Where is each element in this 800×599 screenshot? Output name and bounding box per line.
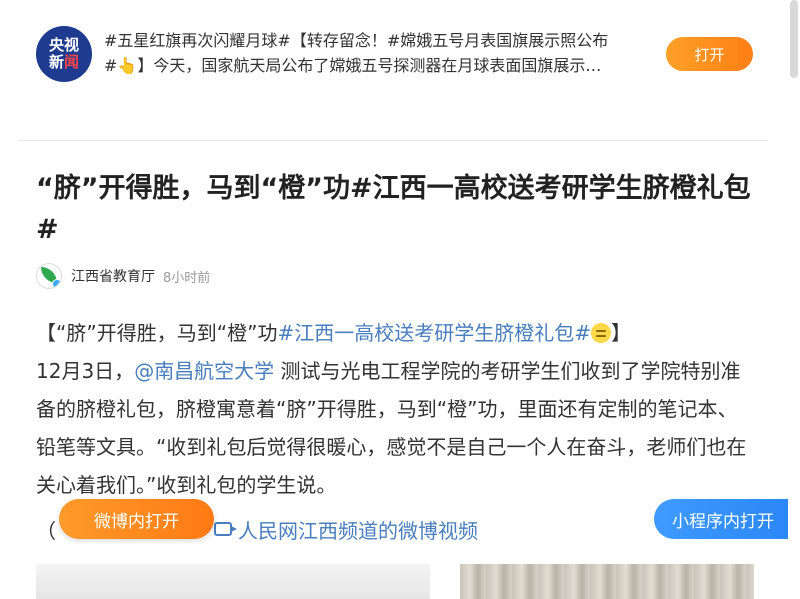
cctv-news-logo[interactable]: 央视 新闻 xyxy=(36,26,92,82)
author-name[interactable]: 江西省教育厅 xyxy=(71,266,155,286)
article-body: 【“脐”开得胜，马到“橙”功#江西一高校送考研学生脐橙礼包# 】 12月3日，@南… xyxy=(36,314,756,504)
banner-headline-line2: #👆】今天，国家航天局公布了嫦娥五号探测器在月球表面国旗展示… xyxy=(104,56,602,75)
open-in-weibo-button[interactable]: 微博内打开 xyxy=(59,499,214,539)
verified-badge-icon xyxy=(52,279,61,288)
video-link[interactable]: 人民网江西频道的微博视频 xyxy=(238,515,478,544)
post-time: 8小时前 xyxy=(163,270,211,286)
body-prefix: 【“脐”开得胜，马到“橙”功 xyxy=(36,321,278,345)
author-avatar[interactable] xyxy=(36,263,62,289)
open-app-button[interactable]: 打开 xyxy=(666,37,753,71)
mention-link[interactable]: @南昌航空大学 xyxy=(134,359,274,383)
hashtag-link[interactable]: #江西一高校送考研学生脐橙礼包# xyxy=(277,321,591,345)
face-emoji-icon xyxy=(590,323,611,343)
logo-text-line1: 央视 xyxy=(48,36,79,54)
author-row: 江西省教育厅 8小时前 xyxy=(36,262,210,290)
article-title: “脐”开得胜，马到“橙”功#江西一高校送考研学生脐橙礼包# xyxy=(36,173,751,245)
logo-text-line2: 新闻 xyxy=(48,53,80,71)
article-photo-right[interactable] xyxy=(460,564,754,599)
body-bracket: 】 xyxy=(610,321,631,345)
article-photo-left[interactable] xyxy=(36,564,430,599)
banner-headline[interactable]: #五星红旗再次闪耀月球#【转存留念！#嫦娥五号月表国旗展示照公布 #👆】今天，国… xyxy=(104,28,664,78)
video-camera-icon xyxy=(214,522,237,536)
divider xyxy=(18,140,768,141)
body-date: 12月3日， xyxy=(36,359,135,383)
open-in-miniprogram-button[interactable]: 小程序内打开 xyxy=(654,499,788,539)
scrollbar[interactable] xyxy=(790,0,798,78)
banner-headline-line1: #五星红旗再次闪耀月球#【转存留念！#嫦娥五号月表国旗展示照公布 xyxy=(104,31,609,50)
app-download-banner: 央视 新闻 #五星红旗再次闪耀月球#【转存留念！#嫦娥五号月表国旗展示照公布 #… xyxy=(0,0,800,140)
